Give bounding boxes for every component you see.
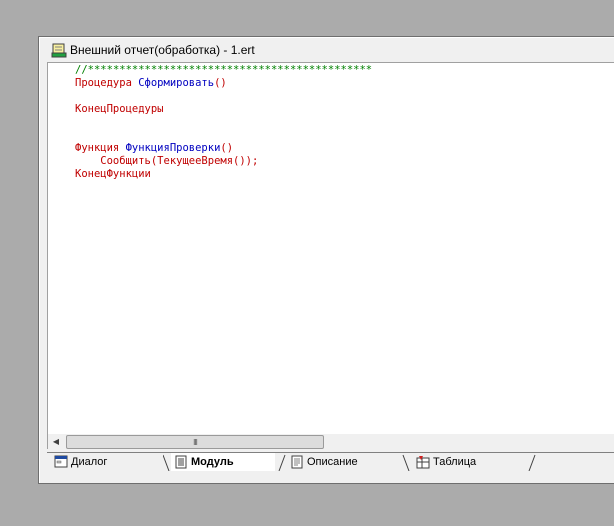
tab-label: Модуль <box>191 456 234 468</box>
scrollbar-thumb[interactable]: III <box>66 435 324 449</box>
code-editor[interactable]: //**************************************… <box>47 62 614 434</box>
description-icon <box>291 455 303 469</box>
tab-description[interactable]: Описание <box>287 453 401 471</box>
tab-label: Таблица <box>433 456 477 468</box>
window-titlebar[interactable]: Внешний отчет(обработка) - 1.ert <box>40 38 614 61</box>
tab-separator <box>402 454 410 471</box>
scroll-left-arrow-icon[interactable]: ◀ <box>48 434 64 449</box>
code-token: КонецПроцедуры <box>75 103 164 115</box>
code-line[interactable]: Функция ФункцияПроверки() <box>75 142 372 155</box>
code-line[interactable] <box>75 90 372 103</box>
tab-separator <box>278 454 286 471</box>
code-line[interactable]: КонецПроцедуры <box>75 103 372 116</box>
tab-dialog[interactable]: Диалог <box>51 453 163 471</box>
code-line[interactable] <box>75 129 372 142</box>
scrollbar-grip: III <box>193 437 198 447</box>
dialog-icon <box>54 455 68 468</box>
horizontal-scrollbar[interactable]: ◀ III <box>47 434 614 449</box>
code-text[interactable]: //**************************************… <box>75 64 372 181</box>
tab-module[interactable]: Модуль <box>171 453 275 471</box>
code-line[interactable]: Сообщить(ТекущееВремя()); <box>75 155 372 168</box>
tab-label: Диалог <box>71 456 108 468</box>
code-token: // <box>75 64 88 76</box>
code-line[interactable] <box>75 116 372 129</box>
code-token: () <box>214 77 227 89</box>
code-line[interactable]: КонецФункции <box>75 168 372 181</box>
module-icon <box>175 455 187 469</box>
window-title: Внешний отчет(обработка) - 1.ert <box>70 42 255 57</box>
code-token: Сообщить(ТекущееВремя()); <box>75 155 259 167</box>
code-line[interactable]: //**************************************… <box>75 64 372 77</box>
table-icon <box>416 456 430 469</box>
code-token: () <box>220 142 234 154</box>
code-token: Процедура <box>75 77 139 89</box>
tab-separator <box>528 454 536 471</box>
code-token: Функция <box>75 142 126 154</box>
editor-tabs: Диалог Модуль Описание Таблица <box>47 451 614 473</box>
code-line[interactable]: Процедура Сформировать() <box>75 77 372 90</box>
code-token: КонецФункции <box>75 168 151 180</box>
code-token: ****************************************… <box>87 64 373 76</box>
tab-table[interactable]: Таблица <box>413 453 525 471</box>
code-token: ФункцияПроверки <box>125 142 221 154</box>
code-token: Сформировать <box>138 77 215 89</box>
tab-label: Описание <box>307 456 358 468</box>
document-window[interactable]: Внешний отчет(обработка) - 1.ert //*****… <box>38 36 614 484</box>
report-document-icon <box>51 43 67 57</box>
